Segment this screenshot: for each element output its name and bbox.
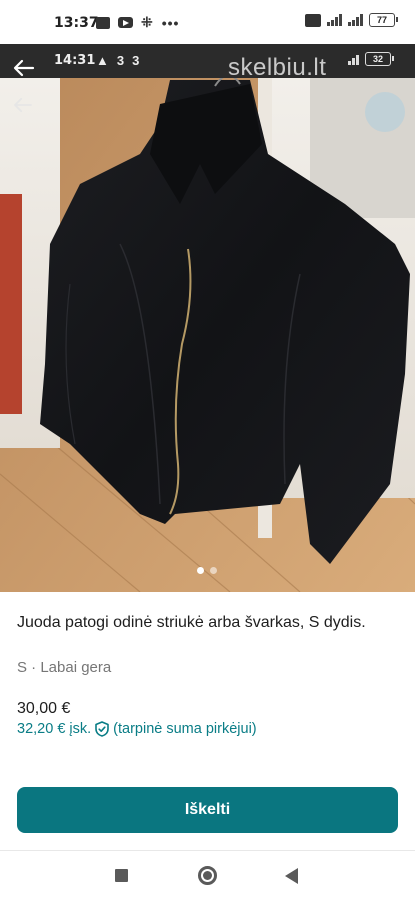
more-dots-icon: ••• <box>161 14 180 31</box>
carousel-indicator <box>197 567 217 574</box>
jacket-photo <box>0 44 415 592</box>
alert-icon: ▲ <box>96 53 109 68</box>
notification-icons: ⁜ ••• <box>96 14 179 31</box>
app-icon-3: 3 <box>116 53 125 68</box>
watermark: skelbiu.lt <box>228 54 327 81</box>
youtube-icon <box>118 17 133 28</box>
volte-icon <box>305 13 321 27</box>
system-icons: 77 <box>305 13 398 27</box>
price-incl-value: 32,20 € įsk. <box>17 721 92 737</box>
carousel-dot-1[interactable] <box>197 567 204 574</box>
embedded-back-arrow <box>8 90 38 120</box>
embedded-status-time: 14:31 <box>54 53 96 68</box>
recent-apps-button[interactable] <box>115 869 128 882</box>
battery-icon: 77 <box>369 13 398 27</box>
home-button[interactable] <box>198 866 217 885</box>
system-back-button[interactable] <box>285 868 298 884</box>
bump-button[interactable]: Iškelti <box>17 787 398 833</box>
embedded-battery-icon: 32 <box>365 52 394 66</box>
grid-icon: ⁜ <box>141 14 154 30</box>
signal-icon-2 <box>348 14 363 26</box>
arrow-left-icon <box>13 59 35 77</box>
price-incl-note: (tarpinė suma pirkėjui) <box>113 721 257 737</box>
embedded-notification-icons: ▲ 3 3 <box>96 53 139 68</box>
embedded-signal-icon <box>348 53 359 65</box>
price-with-protection[interactable]: 32,20 € įsk. (tarpinė suma pirkėjui) <box>17 721 257 737</box>
listing-photo[interactable]: 14:31 ▲ 3 3 32 skelbiu.lt <box>0 44 415 592</box>
shield-check-icon <box>95 721 109 737</box>
app-icon-3b: 3 <box>132 53 140 68</box>
embedded-status-bar: 14:31 ▲ 3 3 32 <box>0 44 415 78</box>
back-button[interactable] <box>9 53 39 83</box>
arrow-left-icon <box>14 97 32 113</box>
listing-size-condition: S · Labai gera <box>17 659 112 676</box>
listing-price: 30,00 € <box>17 700 71 717</box>
status-bar: 13:37 ⁜ ••• 77 <box>0 0 415 44</box>
message-icon <box>96 16 110 29</box>
listing-title: Juoda patogi odinė striukė arba švarkas,… <box>17 614 366 631</box>
embedded-system-icons: 32 <box>348 52 394 66</box>
signal-icon <box>327 14 342 26</box>
status-time: 13:37 <box>54 15 99 31</box>
system-navigation-bar <box>0 851 415 900</box>
carousel-dot-2[interactable] <box>210 567 217 574</box>
